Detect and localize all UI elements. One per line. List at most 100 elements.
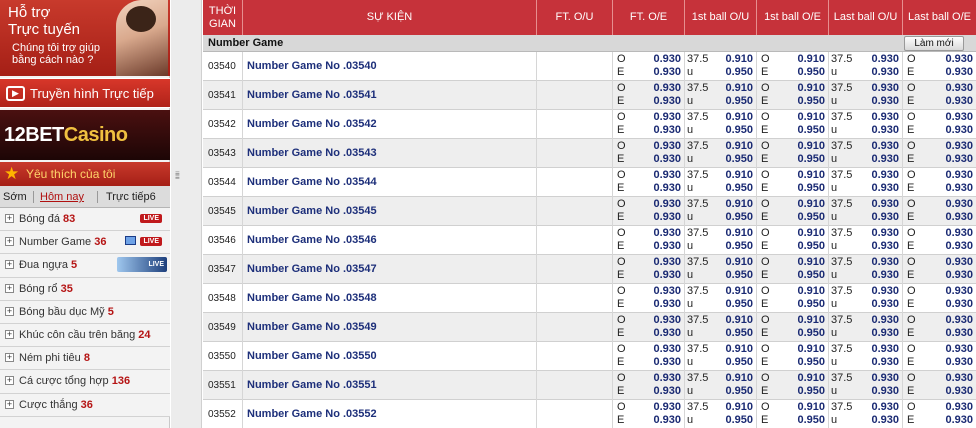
odds-price[interactable]: 0.930 (871, 66, 899, 78)
match-event-link[interactable]: Number Game No .03550 (243, 342, 537, 371)
match-event-link[interactable]: Number Game No .03544 (243, 168, 537, 197)
odds-price[interactable]: 0.930 (945, 95, 973, 107)
odds-price[interactable]: 0.930 (653, 198, 681, 210)
odds-price[interactable]: 0.930 (653, 285, 681, 297)
odds-price[interactable]: 0.950 (797, 298, 825, 310)
odds-price[interactable]: 0.930 (945, 227, 973, 239)
odds-price[interactable]: 0.950 (797, 269, 825, 281)
odds-price[interactable]: 0.930 (871, 169, 899, 181)
odds-price[interactable]: 0.930 (871, 269, 899, 281)
odds-price[interactable]: 0.950 (797, 414, 825, 426)
expand-plus-icon[interactable]: + (5, 260, 14, 270)
odds-price[interactable]: 0.950 (797, 153, 825, 165)
sidebar-sport-item[interactable]: + Bóng rổ 35 (0, 277, 170, 301)
odds-price[interactable]: 0.930 (653, 153, 681, 165)
casino-banner[interactable]: 12BETCasino (0, 110, 170, 160)
odds-price[interactable]: 0.930 (653, 124, 681, 136)
odds-price[interactable]: 0.930 (945, 198, 973, 210)
odds-price[interactable]: 0.930 (945, 269, 973, 281)
odds-price[interactable]: 0.910 (797, 227, 825, 239)
sidebar-sport-item[interactable]: + Đua ngựa 5 LIVE (0, 254, 170, 278)
odds-price[interactable]: 0.930 (653, 111, 681, 123)
odds-price[interactable]: 0.930 (945, 327, 973, 339)
odds-price[interactable]: 0.910 (797, 111, 825, 123)
odds-price[interactable]: 0.930 (871, 153, 899, 165)
odds-price[interactable]: 0.930 (945, 153, 973, 165)
odds-price[interactable]: 0.930 (871, 327, 899, 339)
expand-plus-icon[interactable]: + (5, 306, 14, 316)
odds-price[interactable]: 0.930 (945, 111, 973, 123)
odds-price[interactable]: 0.930 (945, 401, 973, 413)
odds-price[interactable]: 0.930 (653, 385, 681, 397)
odds-price[interactable]: 0.950 (725, 95, 753, 107)
odds-price[interactable]: 0.950 (797, 356, 825, 368)
match-event-link[interactable]: Number Game No .03545 (243, 197, 537, 226)
odds-price[interactable]: 0.910 (725, 401, 753, 413)
odds-price[interactable]: 0.950 (797, 182, 825, 194)
match-event-link[interactable]: Number Game No .03549 (243, 313, 537, 342)
expand-plus-icon[interactable]: + (5, 214, 14, 223)
odds-price[interactable]: 0.930 (945, 256, 973, 268)
odds-price[interactable]: 0.930 (653, 82, 681, 94)
odds-price[interactable]: 0.930 (871, 401, 899, 413)
odds-price[interactable]: 0.930 (871, 53, 899, 65)
odds-price[interactable]: 0.930 (945, 182, 973, 194)
odds-price[interactable]: 0.930 (945, 169, 973, 181)
odds-price[interactable]: 0.930 (945, 385, 973, 397)
odds-price[interactable]: 0.950 (797, 327, 825, 339)
odds-price[interactable]: 0.930 (653, 269, 681, 281)
match-event-link[interactable]: Number Game No .03548 (243, 284, 537, 313)
odds-price[interactable]: 0.930 (871, 198, 899, 210)
odds-price[interactable]: 0.930 (871, 256, 899, 268)
odds-price[interactable]: 0.910 (797, 372, 825, 384)
odds-price[interactable]: 0.930 (653, 343, 681, 355)
odds-price[interactable]: 0.950 (797, 211, 825, 223)
expand-plus-icon[interactable]: + (5, 376, 14, 386)
odds-price[interactable]: 0.910 (725, 198, 753, 210)
odds-price[interactable]: 0.930 (945, 356, 973, 368)
odds-price[interactable]: 0.910 (725, 169, 753, 181)
odds-price[interactable]: 0.910 (797, 285, 825, 297)
odds-price[interactable]: 0.910 (797, 140, 825, 152)
odds-price[interactable]: 0.950 (725, 240, 753, 252)
refresh-button[interactable]: Làm mới (904, 36, 964, 51)
odds-price[interactable]: 0.930 (871, 211, 899, 223)
sidebar-sport-item[interactable]: + Bóng đá 83 LIVE (0, 208, 170, 232)
odds-price[interactable]: 0.930 (653, 66, 681, 78)
odds-price[interactable]: 0.930 (945, 372, 973, 384)
tab-today[interactable]: Hôm nay (40, 186, 84, 208)
expand-plus-icon[interactable]: + (5, 329, 14, 339)
expand-plus-icon[interactable]: + (5, 399, 14, 409)
odds-price[interactable]: 0.930 (871, 385, 899, 397)
match-event-link[interactable]: Number Game No .03541 (243, 81, 537, 110)
odds-price[interactable]: 0.930 (653, 53, 681, 65)
odds-price[interactable]: 0.910 (725, 82, 753, 94)
odds-price[interactable]: 0.950 (797, 240, 825, 252)
expand-plus-icon[interactable]: + (5, 283, 14, 293)
odds-price[interactable]: 0.910 (725, 256, 753, 268)
odds-price[interactable]: 0.930 (871, 240, 899, 252)
odds-price[interactable]: 0.950 (725, 66, 753, 78)
odds-price[interactable]: 0.910 (797, 314, 825, 326)
odds-price[interactable]: 0.930 (653, 227, 681, 239)
match-event-link[interactable]: Number Game No .03552 (243, 400, 537, 428)
odds-price[interactable]: 0.930 (871, 414, 899, 426)
odds-price[interactable]: 0.930 (945, 240, 973, 252)
odds-price[interactable]: 0.930 (653, 298, 681, 310)
odds-price[interactable]: 0.950 (725, 414, 753, 426)
odds-price[interactable]: 0.930 (871, 111, 899, 123)
tab-early[interactable]: Sớm (3, 186, 27, 208)
expand-plus-icon[interactable]: + (5, 237, 14, 247)
odds-price[interactable]: 0.930 (653, 140, 681, 152)
odds-price[interactable]: 0.910 (725, 372, 753, 384)
odds-price[interactable]: 0.950 (725, 153, 753, 165)
odds-price[interactable]: 0.950 (725, 124, 753, 136)
odds-price[interactable]: 0.930 (871, 356, 899, 368)
odds-price[interactable]: 0.930 (945, 124, 973, 136)
sidebar-sport-item[interactable]: + Ném phi tiêu 8 (0, 347, 170, 371)
odds-price[interactable]: 0.910 (725, 111, 753, 123)
odds-price[interactable]: 0.950 (725, 269, 753, 281)
odds-price[interactable]: 0.950 (725, 211, 753, 223)
odds-price[interactable]: 0.930 (871, 298, 899, 310)
match-event-link[interactable]: Number Game No .03542 (243, 110, 537, 139)
